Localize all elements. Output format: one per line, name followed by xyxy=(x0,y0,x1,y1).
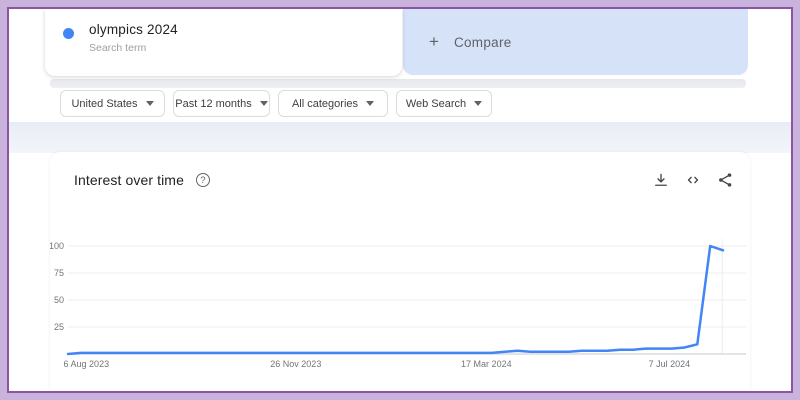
chevron-down-icon xyxy=(259,101,268,106)
download-button[interactable] xyxy=(651,170,670,189)
filter-search-type-label: Web Search xyxy=(405,97,467,110)
download-icon xyxy=(654,173,667,186)
chevron-down-icon xyxy=(145,101,154,106)
search-term-text: olympics 2024 xyxy=(89,22,178,37)
y-tick-label: 50 xyxy=(54,295,64,305)
filter-geo-label: United States xyxy=(71,97,138,110)
filter-geo-dropdown[interactable]: United States xyxy=(60,90,165,117)
share-button[interactable] xyxy=(715,170,734,189)
x-tick-label: 7 Jul 2024 xyxy=(649,359,691,369)
x-tick-label: 17 Mar 2024 xyxy=(461,359,512,369)
x-tick-label: 6 Aug 2023 xyxy=(64,359,110,369)
compare-label: Compare xyxy=(453,34,512,50)
y-tick-label: 25 xyxy=(54,322,64,332)
header-bottom-strip xyxy=(50,79,746,88)
y-tick-label: 75 xyxy=(54,268,64,278)
filter-time-label: Past 12 months xyxy=(175,97,252,110)
embed-icon xyxy=(687,176,698,183)
y-tick-label: 100 xyxy=(50,241,64,251)
filter-search-type-dropdown[interactable]: Web Search xyxy=(396,90,492,117)
series-dot-icon xyxy=(63,28,74,39)
section-divider-band xyxy=(9,122,791,153)
filter-category-label: All categories xyxy=(291,97,359,110)
interest-over-time-card: Interest over time ? 25 50 75 100 6 Aug … xyxy=(50,152,750,391)
trends-explore-page: olympics 2024 Search term + Compare Unit… xyxy=(7,7,793,393)
embed-button[interactable] xyxy=(683,170,702,189)
chevron-down-icon xyxy=(366,101,375,106)
share-icon xyxy=(718,172,731,187)
chevron-down-icon xyxy=(474,101,483,106)
help-icon[interactable]: ? xyxy=(195,173,210,187)
add-comparison-button[interactable]: + Compare xyxy=(403,9,748,75)
chart-title: Interest over time xyxy=(74,172,184,188)
filter-time-dropdown[interactable]: Past 12 months xyxy=(173,90,270,117)
search-term-card[interactable]: olympics 2024 Search term xyxy=(45,9,402,76)
trend-line-chart[interactable]: 25 50 75 100 6 Aug 2023 26 Nov 2023 17 Mar 202… xyxy=(50,235,756,387)
plus-icon: + xyxy=(429,32,439,51)
search-term-subtitle: Search term xyxy=(89,42,147,54)
x-tick-label: 26 Nov 2023 xyxy=(270,359,321,369)
filter-category-dropdown[interactable]: All categories xyxy=(278,90,388,117)
